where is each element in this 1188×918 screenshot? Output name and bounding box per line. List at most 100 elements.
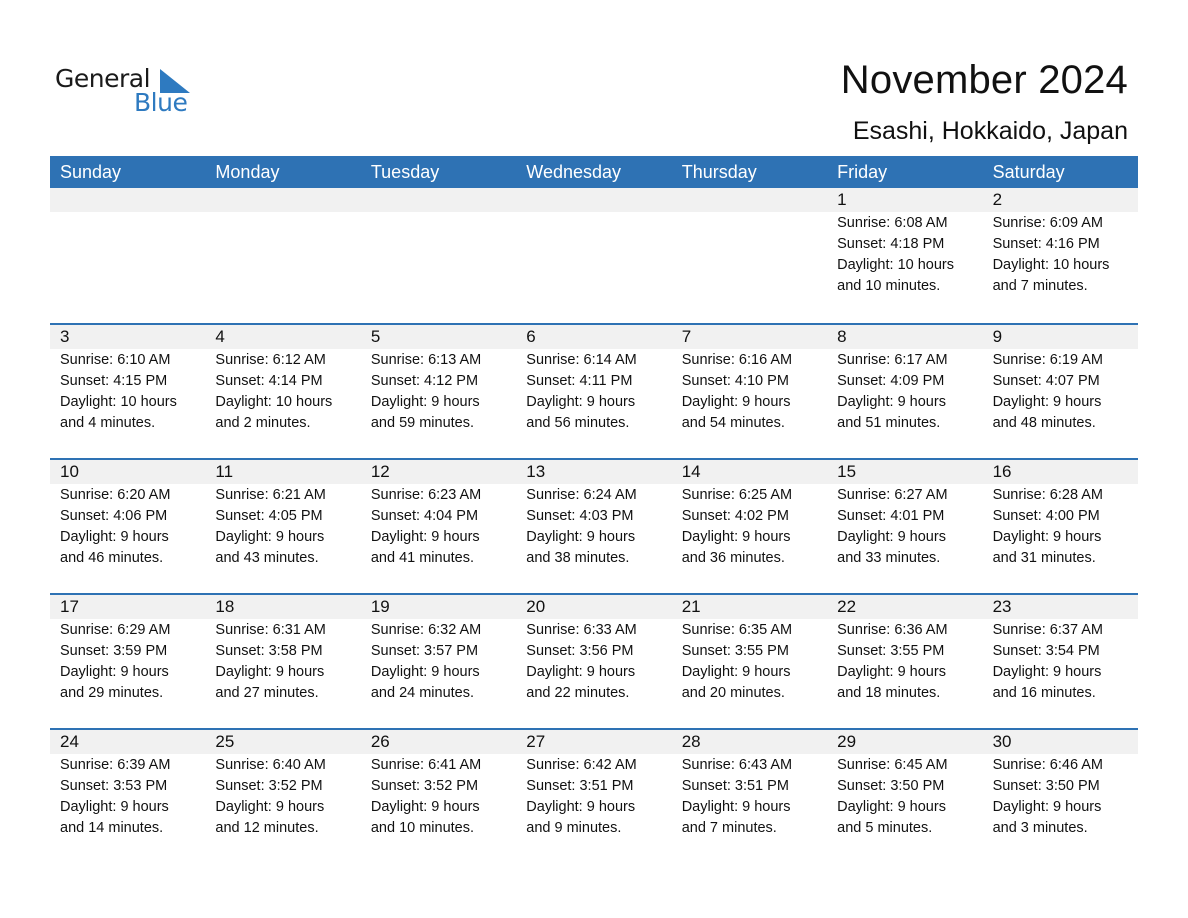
sunset-time: Sunset: 3:54 PM [992,643,1100,659]
sunset-time: Sunset: 3:59 PM [60,643,168,659]
day-number: 23 [992,597,1012,616]
sunset-time: Sunset: 4:14 PM [215,373,323,389]
daylight-duration: Daylight: 9 hours [370,799,480,815]
day-cell: 30 Sunrise: 6:46 AM Sunset: 3:50 PM Dayligh… [983,730,1138,863]
daylight-duration: and 24 minutes. [370,685,475,701]
sunrise-time: Sunrise: 6:32 AM [370,622,482,638]
day-number: 8 [837,327,847,346]
daylight-duration: and 10 minutes. [837,278,941,294]
day-number: 25 [215,732,235,751]
daylight-duration: Daylight: 9 hours [215,664,325,680]
sunrise-time: Sunrise: 6:16 AM [681,352,793,368]
daylight-duration: and 54 minutes. [681,415,785,431]
sunset-time: Sunset: 4:11 PM [526,373,633,389]
day-cell: 10 Sunrise: 6:20 AM Sunset: 4:06 PM Dayligh… [50,460,205,593]
sunrise-time: Sunrise: 6:20 AM [60,487,171,503]
day-number: 15 [837,462,857,481]
logo-text-blue: Blue [134,88,188,117]
day-number: 26 [370,732,390,751]
day-cell: 7 Sunrise: 6:16 AM Sunset: 4:10 PM Daylight… [672,325,827,458]
sunset-time: Sunset: 4:00 PM [992,508,1100,524]
daylight-duration: Daylight: 9 hours [837,799,946,815]
daylight-duration: Daylight: 9 hours [992,529,1102,545]
week-grid: 1 Sunrise: 6:08 AM Sunset: 4:18 PM Daylight… [50,188,1138,323]
daylight-duration: and 48 minutes. [992,415,1096,431]
weekday-header-monday: Monday [215,162,280,182]
sunrise-time: Sunrise: 6:45 AM [837,757,948,773]
sunrise-time: Sunrise: 6:13 AM [370,352,482,368]
daylight-duration: Daylight: 9 hours [681,664,791,680]
sunrise-time: Sunrise: 6:35 AM [681,622,793,638]
week-grid: 10 Sunrise: 6:20 AM Sunset: 4:06 PM Dayligh… [50,460,1138,593]
sunset-time: Sunset: 3:52 PM [215,778,323,794]
daylight-duration: Daylight: 9 hours [215,799,325,815]
day-number: 29 [837,732,857,751]
daylight-duration: Daylight: 9 hours [681,394,791,410]
daylight-duration: and 29 minutes. [60,685,164,701]
daylight-duration: and 41 minutes. [370,550,475,566]
sunrise-time: Sunrise: 6:43 AM [681,757,793,773]
sunrise-time: Sunrise: 6:24 AM [526,487,637,503]
sunset-time: Sunset: 3:55 PM [837,643,945,659]
day-number: 16 [992,462,1012,481]
daylight-duration: and 7 minutes. [681,820,777,836]
week-row: 24 Sunrise: 6:39 AM Sunset: 3:53 PM Dayligh… [50,728,1138,863]
daylight-duration: Daylight: 9 hours [370,529,480,545]
sunrise-time: Sunrise: 6:40 AM [215,757,326,773]
sunset-time: Sunset: 3:52 PM [370,778,479,794]
day-number: 28 [681,732,701,751]
sunrise-time: Sunrise: 6:27 AM [837,487,948,503]
day-cell: 18 Sunrise: 6:31 AM Sunset: 3:58 PM Dayligh… [205,595,360,728]
daylight-duration: and 56 minutes. [526,415,630,431]
daylight-duration: and 51 minutes. [837,415,941,431]
daylight-duration: Daylight: 9 hours [215,529,325,545]
day-cell: 17 Sunrise: 6:29 AM Sunset: 3:59 PM Dayligh… [50,595,205,728]
sunset-time: Sunset: 3:56 PM [526,643,634,659]
day-number: 11 [215,462,234,481]
week-row: 10 Sunrise: 6:20 AM Sunset: 4:06 PM Dayligh… [50,458,1138,593]
day-cell: 26 Sunrise: 6:41 AM Sunset: 3:52 PM Dayligh… [361,730,516,863]
sunrise-time: Sunrise: 6:29 AM [60,622,171,638]
day-number: 1 [837,190,847,209]
day-cell: 23 Sunrise: 6:37 AM Sunset: 3:54 PM Dayligh… [983,595,1138,728]
sunset-time: Sunset: 4:15 PM [60,373,168,389]
sunrise-time: Sunrise: 6:31 AM [215,622,326,638]
week-grid: 24 Sunrise: 6:39 AM Sunset: 3:53 PM Dayligh… [50,730,1138,863]
day-number: 4 [215,327,225,346]
sunrise-time: Sunrise: 6:28 AM [992,487,1103,503]
day-number: 2 [992,190,1003,209]
daylight-duration: and 5 minutes. [837,820,933,836]
day-number: 19 [370,597,390,616]
sunset-time: Sunset: 4:12 PM [370,373,479,389]
sunrise-time: Sunrise: 6:39 AM [60,757,171,773]
daylight-duration: and 59 minutes. [370,415,475,431]
day-cell: 16 Sunrise: 6:28 AM Sunset: 4:00 PM Dayligh… [983,460,1138,593]
sunrise-time: Sunrise: 6:23 AM [370,487,482,503]
daylight-duration: and 14 minutes. [60,820,164,836]
day-cell: 28 Sunrise: 6:43 AM Sunset: 3:51 PM Dayligh… [672,730,827,863]
daylight-duration: Daylight: 9 hours [992,394,1102,410]
day-cell: 25 Sunrise: 6:40 AM Sunset: 3:52 PM Dayligh… [205,730,360,863]
sunrise-time: Sunrise: 6:36 AM [837,622,948,638]
sunrise-time: Sunrise: 6:14 AM [526,352,637,368]
sunset-time: Sunset: 3:58 PM [215,643,323,659]
day-number: 14 [681,462,701,481]
calendar-table: Sunday Monday Tuesday Wednesday Thursday Frid… [50,156,1138,863]
day-number: 24 [60,732,79,751]
sunset-time: Sunset: 3:57 PM [370,643,479,659]
day-cell: 5 Sunrise: 6:13 AM Sunset: 4:12 PM Daylight… [361,325,516,458]
daylight-duration: Daylight: 10 hours [215,394,333,410]
sunset-time: Sunset: 3:50 PM [837,778,945,794]
sunset-time: Sunset: 4:16 PM [992,236,1100,252]
day-number: 6 [526,327,536,346]
week-row: 17 Sunrise: 6:29 AM Sunset: 3:59 PM Dayligh… [50,593,1138,728]
weekday-header-tuesday: Tuesday [370,162,440,182]
daylight-duration: Daylight: 9 hours [681,529,791,545]
day-cell: 4 Sunrise: 6:12 AM Sunset: 4:14 PM Daylight… [205,325,360,458]
day-number: 3 [60,327,70,346]
daylight-duration: Daylight: 9 hours [526,799,636,815]
daylight-duration: Daylight: 9 hours [526,529,636,545]
sunset-time: Sunset: 4:02 PM [681,508,789,524]
daylight-duration: and 36 minutes. [681,550,785,566]
sunset-time: Sunset: 3:53 PM [60,778,168,794]
